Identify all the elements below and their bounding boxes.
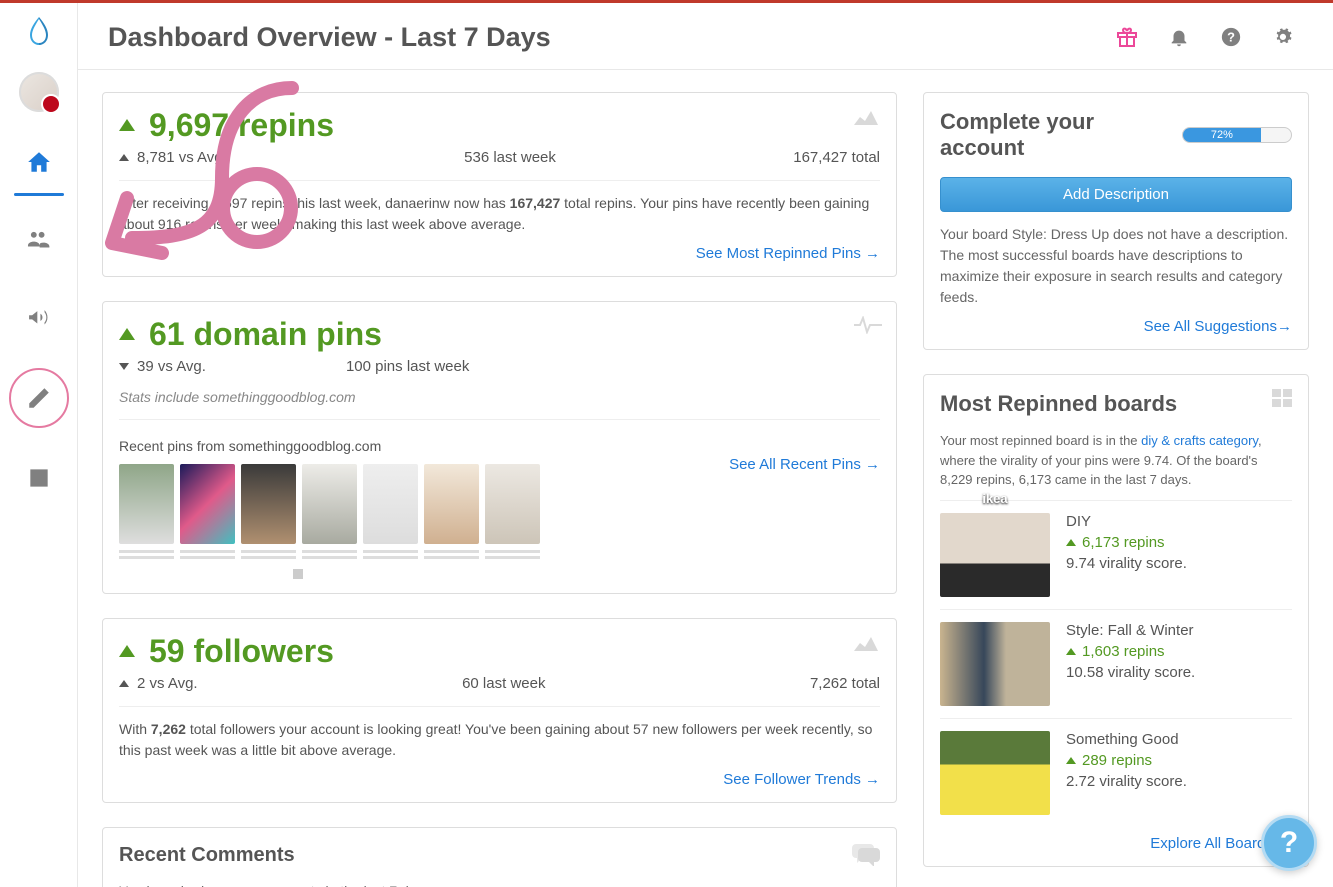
comments-icon [852,842,880,869]
recent-pins-label: Recent pins from somethinggoodblog.com [119,438,540,454]
help-icon[interactable]: ? [1209,17,1253,57]
repins-headline: 9,697 repins [119,109,880,141]
board-item[interactable]: Style: Fall & Winter 1,603 repins 10.58 vi… [940,609,1292,718]
repins-card: 9,697 repins 8,781 vs Avg. 536 last week… [102,92,897,277]
page-title: Dashboard Overview - Last 7 Days [108,22,1097,53]
followers-card: 59 followers 2 vs Avg. 60 last week 7,26… [102,618,897,803]
user-avatar[interactable] [19,72,59,112]
see-most-repinned-link[interactable]: See Most Repinned Pins → [696,245,880,262]
up-triangle-icon [119,328,135,340]
pin-thumb[interactable] [180,464,235,559]
nav-publish[interactable] [9,368,69,428]
repins-last-week: 536 last week [464,149,556,166]
gear-icon[interactable] [1261,17,1305,57]
boards-panel-intro: Your most repinned board is in the diy &… [940,431,1292,490]
followers-headline: 59 followers [119,635,880,667]
bell-icon[interactable] [1157,17,1201,57]
repins-total: 167,427 total [793,149,880,166]
domain-headline: 61 domain pins [119,318,880,350]
nav-home[interactable] [0,134,78,190]
board-score: 2.72 virality score. [1066,773,1187,790]
domain-note: Stats include somethinggoodblog.com [119,389,880,405]
sparkline-icon [854,107,882,130]
sidebar [0,3,78,887]
gift-icon[interactable] [1105,17,1149,57]
board-name: Something Good [1066,731,1187,748]
board-repins: 1,603 repins [1066,643,1195,660]
board-name: DIY [1066,513,1187,530]
board-repins: 6,173 repins [1066,534,1187,551]
pin-thumb-overflow [293,569,303,579]
main-content: Dashboard Overview - Last 7 Days ? 9,697 [78,3,1333,887]
complete-account-card: Complete your account 72% Add Descriptio… [923,92,1309,350]
see-follower-trends-link[interactable]: See Follower Trends → [723,771,880,788]
followers-description: With 7,262 total followers your account … [119,706,880,761]
board-name: Style: Fall & Winter [1066,622,1195,639]
category-link[interactable]: diy & crafts category [1141,433,1258,448]
help-chat-button[interactable]: ? [1261,815,1317,871]
most-repinned-boards-card: Most Repinned boards Your most repinned … [923,374,1309,867]
followers-vs-avg: 2 vs Avg. [119,675,198,692]
nav-megaphone[interactable] [0,290,78,346]
add-description-button[interactable]: Add Description [940,177,1292,212]
activity-icon [854,316,882,337]
grid-icon [1272,389,1292,410]
pin-thumb[interactable] [119,464,174,559]
see-suggestions-link[interactable]: See All Suggestions→ [1144,318,1292,335]
nav-community[interactable] [0,212,78,268]
see-recent-pins-link[interactable]: See All Recent Pins → [729,456,880,473]
pin-thumb[interactable] [302,464,357,559]
pin-thumb[interactable] [424,464,479,559]
topbar: Dashboard Overview - Last 7 Days ? [78,3,1333,70]
app-logo[interactable] [25,15,53,50]
account-progress: 72% [1182,127,1292,143]
repins-description: After receiving 9,697 repins this last w… [119,180,880,235]
board-score: 9.74 virality score. [1066,555,1187,572]
domain-vs-avg: 39 vs Avg. [119,358,206,375]
pin-thumb[interactable] [485,464,540,559]
pin-thumb[interactable] [241,464,296,559]
board-repins: 289 repins [1066,752,1187,769]
board-item[interactable]: ikeaDIY6,173 repins9.74 virality score. [940,500,1292,609]
board-score: 10.58 virality score. [1066,664,1195,681]
progress-fill: 72% [1183,128,1261,142]
svg-text:?: ? [1227,30,1235,45]
comments-body: You have had no new comments in the last… [119,881,880,887]
account-body: Your board Style: Dress Up does not have… [940,224,1292,308]
up-triangle-icon [119,645,135,657]
sparkline-icon [854,633,882,656]
pin-thumb[interactable] [363,464,418,559]
recent-pins-thumbs [119,464,540,559]
boards-panel-title: Most Repinned boards [940,391,1292,417]
comments-title: Recent Comments [119,844,880,867]
nav-analytics[interactable] [0,450,78,506]
followers-total: 7,262 total [810,675,880,692]
up-triangle-icon [119,119,135,131]
domain-pins-card: 61 domain pins 39 vs Avg. 100 pins last … [102,301,897,594]
domain-last-week: 100 pins last week [346,358,469,375]
followers-last-week: 60 last week [462,675,545,692]
complete-account-title: Complete your account [940,109,1172,161]
recent-comments-card: Recent Comments You have had no new comm… [102,827,897,887]
repins-vs-avg: 8,781 vs Avg. [119,149,227,166]
board-item[interactable]: Something Good 289 repins 2.72 virality sc… [940,718,1292,827]
